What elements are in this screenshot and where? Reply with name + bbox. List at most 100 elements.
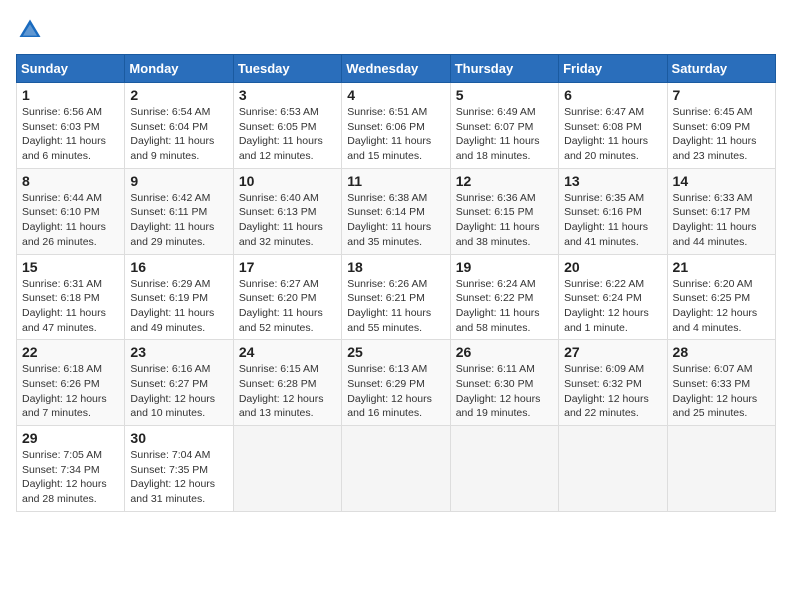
day-info: Sunrise: 6:31 AM Sunset: 6:18 PM Dayligh… [22,277,119,336]
calendar-cell: 15 Sunrise: 6:31 AM Sunset: 6:18 PM Dayl… [17,254,125,340]
day-info: Sunrise: 6:54 AM Sunset: 6:04 PM Dayligh… [130,105,227,164]
day-number: 13 [564,173,661,189]
calendar-cell: 19 Sunrise: 6:24 AM Sunset: 6:22 PM Dayl… [450,254,558,340]
calendar-cell: 2 Sunrise: 6:54 AM Sunset: 6:04 PM Dayli… [125,83,233,169]
calendar-cell [450,426,558,512]
day-info: Sunrise: 6:51 AM Sunset: 6:06 PM Dayligh… [347,105,444,164]
week-row-4: 22 Sunrise: 6:18 AM Sunset: 6:26 PM Dayl… [17,340,776,426]
day-number: 11 [347,173,444,189]
header-saturday: Saturday [667,55,775,83]
calendar-cell: 28 Sunrise: 6:07 AM Sunset: 6:33 PM Dayl… [667,340,775,426]
day-info: Sunrise: 6:09 AM Sunset: 6:32 PM Dayligh… [564,362,661,421]
day-info: Sunrise: 6:47 AM Sunset: 6:08 PM Dayligh… [564,105,661,164]
week-row-3: 15 Sunrise: 6:31 AM Sunset: 6:18 PM Dayl… [17,254,776,340]
calendar-cell: 14 Sunrise: 6:33 AM Sunset: 6:17 PM Dayl… [667,168,775,254]
day-number: 16 [130,259,227,275]
day-info: Sunrise: 7:05 AM Sunset: 7:34 PM Dayligh… [22,448,119,507]
day-number: 2 [130,87,227,103]
day-info: Sunrise: 6:53 AM Sunset: 6:05 PM Dayligh… [239,105,336,164]
day-info: Sunrise: 6:44 AM Sunset: 6:10 PM Dayligh… [22,191,119,250]
day-number: 7 [673,87,770,103]
day-number: 29 [22,430,119,446]
calendar-cell: 30 Sunrise: 7:04 AM Sunset: 7:35 PM Dayl… [125,426,233,512]
day-info: Sunrise: 6:13 AM Sunset: 6:29 PM Dayligh… [347,362,444,421]
day-number: 19 [456,259,553,275]
calendar-cell: 5 Sunrise: 6:49 AM Sunset: 6:07 PM Dayli… [450,83,558,169]
calendar-table: SundayMondayTuesdayWednesdayThursdayFrid… [16,54,776,512]
day-info: Sunrise: 6:07 AM Sunset: 6:33 PM Dayligh… [673,362,770,421]
calendar-cell: 27 Sunrise: 6:09 AM Sunset: 6:32 PM Dayl… [559,340,667,426]
calendar-cell: 9 Sunrise: 6:42 AM Sunset: 6:11 PM Dayli… [125,168,233,254]
day-number: 27 [564,344,661,360]
calendar-cell: 7 Sunrise: 6:45 AM Sunset: 6:09 PM Dayli… [667,83,775,169]
day-number: 28 [673,344,770,360]
calendar-cell: 22 Sunrise: 6:18 AM Sunset: 6:26 PM Dayl… [17,340,125,426]
day-number: 24 [239,344,336,360]
week-row-2: 8 Sunrise: 6:44 AM Sunset: 6:10 PM Dayli… [17,168,776,254]
calendar-cell: 6 Sunrise: 6:47 AM Sunset: 6:08 PM Dayli… [559,83,667,169]
day-info: Sunrise: 6:15 AM Sunset: 6:28 PM Dayligh… [239,362,336,421]
day-number: 15 [22,259,119,275]
day-info: Sunrise: 6:42 AM Sunset: 6:11 PM Dayligh… [130,191,227,250]
day-info: Sunrise: 6:29 AM Sunset: 6:19 PM Dayligh… [130,277,227,336]
day-number: 18 [347,259,444,275]
day-number: 22 [22,344,119,360]
calendar-cell: 25 Sunrise: 6:13 AM Sunset: 6:29 PM Dayl… [342,340,450,426]
day-info: Sunrise: 6:49 AM Sunset: 6:07 PM Dayligh… [456,105,553,164]
logo [16,16,48,44]
day-number: 30 [130,430,227,446]
day-info: Sunrise: 6:18 AM Sunset: 6:26 PM Dayligh… [22,362,119,421]
calendar-cell: 29 Sunrise: 7:05 AM Sunset: 7:34 PM Dayl… [17,426,125,512]
day-number: 4 [347,87,444,103]
day-number: 6 [564,87,661,103]
day-info: Sunrise: 6:22 AM Sunset: 6:24 PM Dayligh… [564,277,661,336]
header-friday: Friday [559,55,667,83]
day-info: Sunrise: 6:35 AM Sunset: 6:16 PM Dayligh… [564,191,661,250]
calendar-cell: 18 Sunrise: 6:26 AM Sunset: 6:21 PM Dayl… [342,254,450,340]
calendar-cell: 11 Sunrise: 6:38 AM Sunset: 6:14 PM Dayl… [342,168,450,254]
day-info: Sunrise: 6:26 AM Sunset: 6:21 PM Dayligh… [347,277,444,336]
day-number: 23 [130,344,227,360]
day-info: Sunrise: 6:40 AM Sunset: 6:13 PM Dayligh… [239,191,336,250]
calendar-cell: 23 Sunrise: 6:16 AM Sunset: 6:27 PM Dayl… [125,340,233,426]
calendar-cell [559,426,667,512]
day-number: 5 [456,87,553,103]
day-number: 9 [130,173,227,189]
day-info: Sunrise: 6:11 AM Sunset: 6:30 PM Dayligh… [456,362,553,421]
calendar-cell: 26 Sunrise: 6:11 AM Sunset: 6:30 PM Dayl… [450,340,558,426]
week-row-1: 1 Sunrise: 6:56 AM Sunset: 6:03 PM Dayli… [17,83,776,169]
day-info: Sunrise: 6:20 AM Sunset: 6:25 PM Dayligh… [673,277,770,336]
day-info: Sunrise: 6:36 AM Sunset: 6:15 PM Dayligh… [456,191,553,250]
calendar-cell: 10 Sunrise: 6:40 AM Sunset: 6:13 PM Dayl… [233,168,341,254]
calendar-cell: 12 Sunrise: 6:36 AM Sunset: 6:15 PM Dayl… [450,168,558,254]
calendar-cell: 17 Sunrise: 6:27 AM Sunset: 6:20 PM Dayl… [233,254,341,340]
header-tuesday: Tuesday [233,55,341,83]
day-number: 12 [456,173,553,189]
day-info: Sunrise: 6:45 AM Sunset: 6:09 PM Dayligh… [673,105,770,164]
day-info: Sunrise: 6:27 AM Sunset: 6:20 PM Dayligh… [239,277,336,336]
day-number: 20 [564,259,661,275]
day-info: Sunrise: 6:56 AM Sunset: 6:03 PM Dayligh… [22,105,119,164]
calendar-cell: 16 Sunrise: 6:29 AM Sunset: 6:19 PM Dayl… [125,254,233,340]
day-number: 17 [239,259,336,275]
day-number: 3 [239,87,336,103]
calendar-cell: 24 Sunrise: 6:15 AM Sunset: 6:28 PM Dayl… [233,340,341,426]
calendar-cell: 21 Sunrise: 6:20 AM Sunset: 6:25 PM Dayl… [667,254,775,340]
day-number: 8 [22,173,119,189]
calendar-cell: 3 Sunrise: 6:53 AM Sunset: 6:05 PM Dayli… [233,83,341,169]
calendar-cell [667,426,775,512]
day-number: 25 [347,344,444,360]
page-header [16,16,776,44]
day-number: 1 [22,87,119,103]
header-thursday: Thursday [450,55,558,83]
calendar-cell: 8 Sunrise: 6:44 AM Sunset: 6:10 PM Dayli… [17,168,125,254]
day-info: Sunrise: 7:04 AM Sunset: 7:35 PM Dayligh… [130,448,227,507]
day-info: Sunrise: 6:16 AM Sunset: 6:27 PM Dayligh… [130,362,227,421]
header-wednesday: Wednesday [342,55,450,83]
logo-icon [16,16,44,44]
day-info: Sunrise: 6:24 AM Sunset: 6:22 PM Dayligh… [456,277,553,336]
header-monday: Monday [125,55,233,83]
day-number: 21 [673,259,770,275]
day-info: Sunrise: 6:38 AM Sunset: 6:14 PM Dayligh… [347,191,444,250]
header-sunday: Sunday [17,55,125,83]
